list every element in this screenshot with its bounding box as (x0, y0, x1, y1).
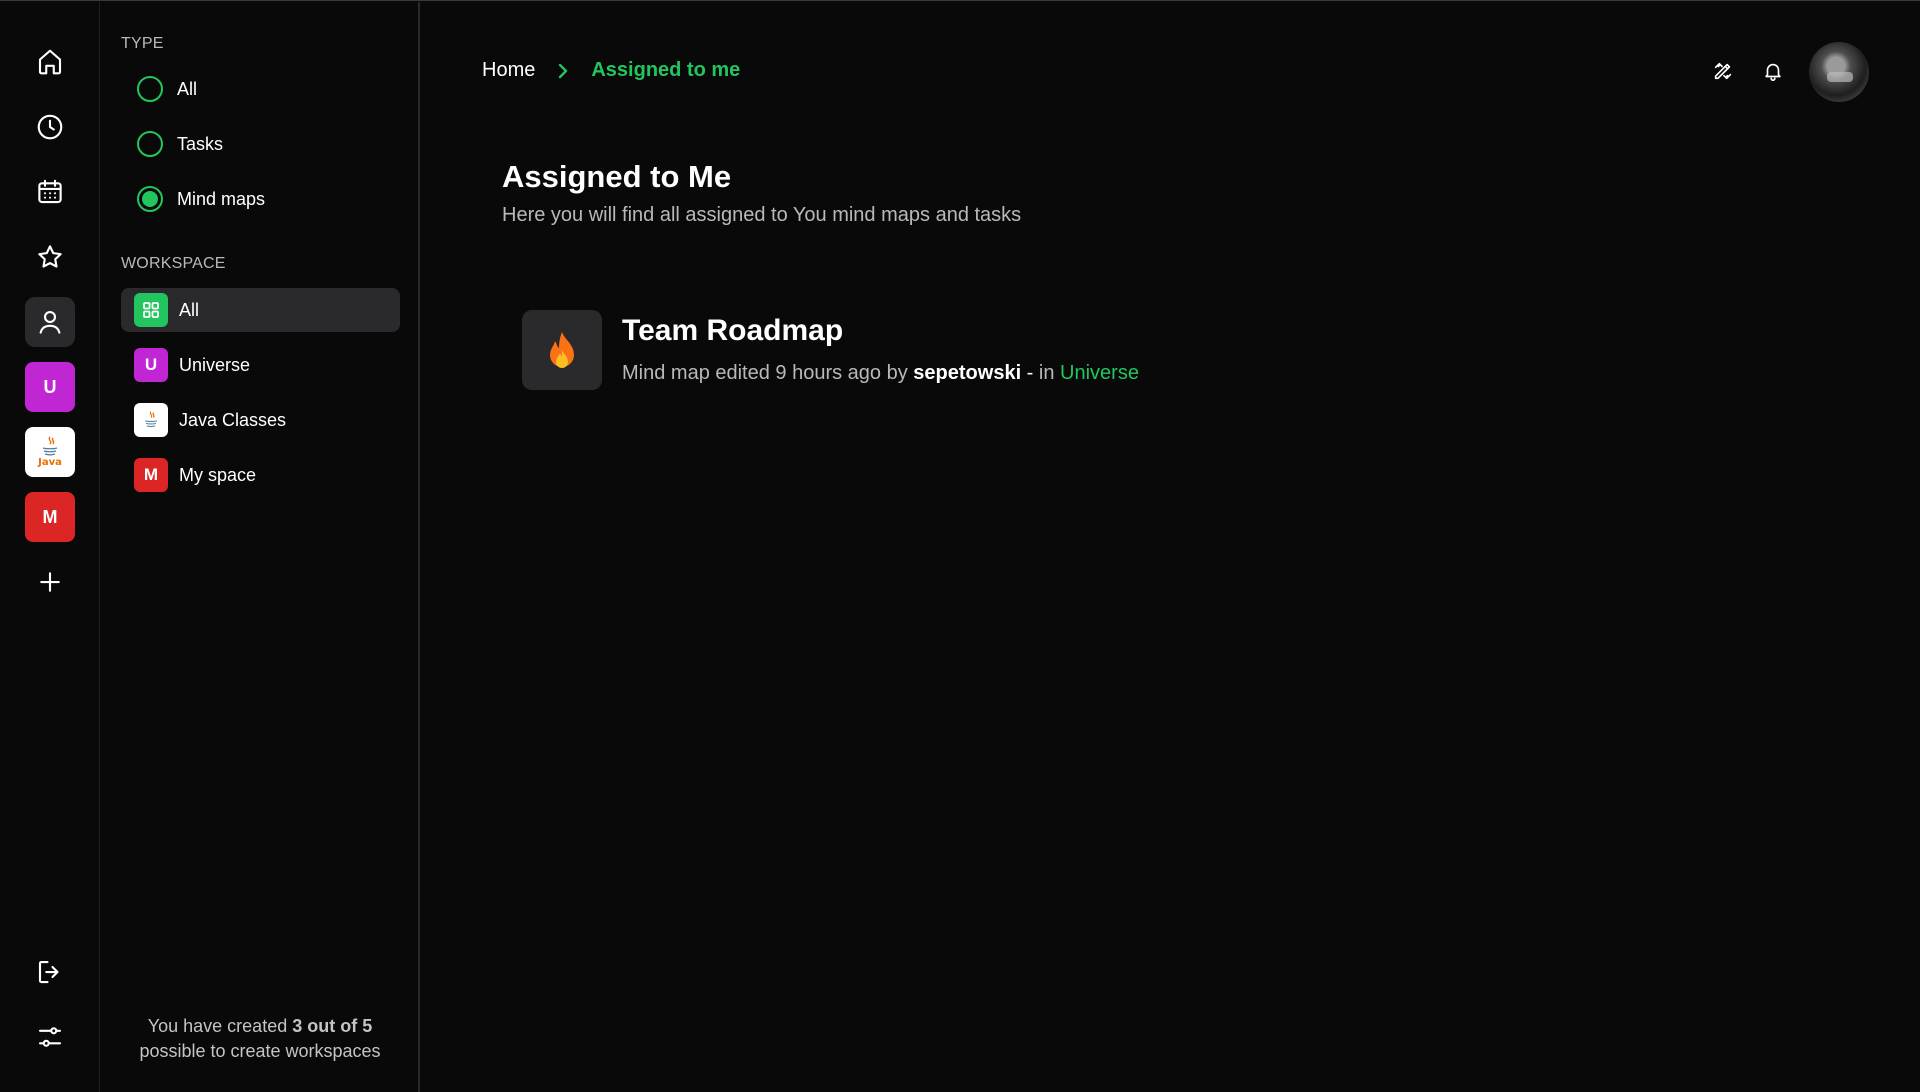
pomodoro-button[interactable] (1708, 56, 1738, 86)
item-meta-in: in (1038, 362, 1061, 384)
user-avatar[interactable] (1809, 42, 1869, 102)
item-meta: Mind map edited 9 hours ago by sepetowsk… (622, 362, 1139, 385)
workspace-letter: M (42, 506, 58, 527)
page-subtitle: Here you will find all assigned to You m… (502, 204, 1022, 226)
radio-button-selected[interactable] (137, 186, 163, 212)
radio-button[interactable] (137, 76, 163, 102)
type-section-title: TYPE (121, 35, 164, 52)
add-workspace-button[interactable] (25, 557, 75, 607)
grid-icon (143, 302, 159, 318)
type-filter-all[interactable]: All (137, 75, 197, 103)
filter-sidebar: TYPE All Tasks Mind maps WORKSPACE All U… (100, 2, 420, 1092)
icon-rail: U Java M (0, 2, 100, 1092)
settings-icon (38, 1027, 62, 1047)
rail-workspace-java-classes[interactable]: Java (25, 427, 75, 477)
type-filter-tasks[interactable]: Tasks (137, 130, 223, 158)
plus-icon (40, 572, 60, 592)
assigned-button[interactable] (25, 297, 75, 347)
logout-button[interactable] (25, 947, 75, 997)
page-title: Assigned to Me (502, 159, 732, 194)
rail-workspace-my-space[interactable]: M (25, 492, 75, 542)
user-icon (39, 310, 61, 334)
note-prefix: You have created (147, 1016, 293, 1036)
fire-icon (550, 332, 574, 368)
item-text: Team Roadmap Mind map edited 9 hours ago… (622, 310, 1139, 390)
item-meta-prefix: Mind map edited 9 hours ago by (622, 362, 914, 384)
workspace-label: Java Classes (179, 409, 287, 430)
item-author: sepetowski (913, 362, 1022, 384)
java-logo-text: Java (38, 457, 62, 468)
assigned-item[interactable]: Team Roadmap Mind map edited 9 hours ago… (522, 310, 1139, 390)
workspace-label: All (179, 299, 200, 320)
item-workspace-link[interactable]: Universe (1060, 362, 1139, 384)
calendar-button[interactable] (25, 167, 75, 217)
clock-icon (37, 114, 63, 140)
java-logo-icon (134, 403, 168, 437)
item-meta-separator: - (1021, 362, 1039, 384)
chevron-right-icon (553, 61, 573, 81)
bell-icon (1765, 63, 1781, 81)
logout-icon (38, 960, 59, 984)
workspace-filter-all[interactable]: All (121, 288, 400, 332)
star-icon (38, 245, 62, 268)
breadcrumb: Home Assigned to me (482, 59, 740, 82)
workspace-badge (134, 293, 168, 327)
workspace-badge: M (134, 458, 168, 492)
recent-button[interactable] (25, 102, 75, 152)
workspace-letter: U (43, 376, 57, 397)
workspace-badge: U (134, 348, 168, 382)
workspace-filter-java-classes[interactable]: Java Classes (121, 398, 400, 442)
item-title[interactable]: Team Roadmap (622, 314, 1139, 348)
pencil-ruler-icon (1714, 62, 1732, 80)
notifications-button[interactable] (1758, 56, 1788, 86)
home-button[interactable] (25, 37, 75, 87)
note-suffix: possible to create workspaces (139, 1041, 381, 1061)
type-filter-mind-maps[interactable]: Mind maps (137, 185, 265, 213)
workspace-section-title: WORKSPACE (121, 255, 226, 272)
java-logo-icon (42, 436, 58, 456)
settings-button[interactable] (25, 1012, 75, 1062)
item-icon-tile (522, 310, 602, 390)
starred-button[interactable] (25, 232, 75, 282)
workspace-filter-my-space[interactable]: M My space (121, 453, 400, 497)
note-count: 3 out of 5 (292, 1016, 373, 1036)
radio-label: Mind maps (177, 188, 266, 209)
calendar-icon (38, 179, 62, 204)
breadcrumb-home-link[interactable]: Home (482, 59, 535, 82)
workspace-filter-universe[interactable]: U Universe (121, 343, 400, 387)
radio-label: All (177, 78, 198, 99)
workspace-label: My space (179, 464, 257, 485)
radio-label: Tasks (177, 133, 224, 154)
home-icon (38, 49, 62, 75)
radio-button[interactable] (137, 131, 163, 157)
workspace-label: Universe (179, 354, 251, 375)
workspace-limit-note: You have created 3 out of 5 possible to … (100, 1014, 420, 1064)
breadcrumb-current: Assigned to me (591, 59, 741, 81)
rail-workspace-universe[interactable]: U (25, 362, 75, 412)
